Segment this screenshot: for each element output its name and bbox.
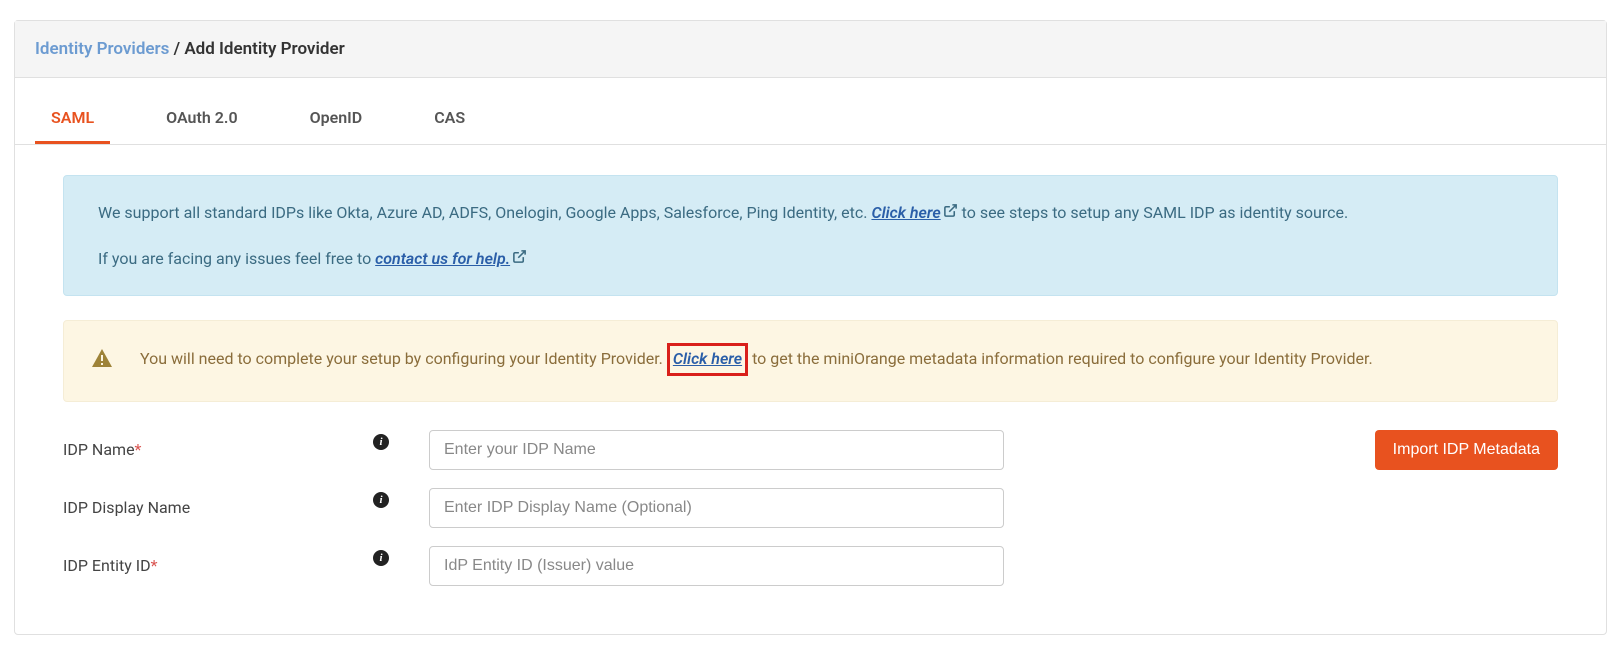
warn-text-b: to get the miniOrange metadata informati…	[748, 349, 1373, 368]
idp-entity-label: IDP Entity ID*	[63, 556, 373, 575]
link-text: Click here	[871, 200, 940, 226]
tab-openid[interactable]: OpenID	[294, 94, 379, 144]
breadcrumb-parent-link[interactable]: Identity Providers	[35, 39, 169, 59]
idp-display-input[interactable]	[429, 488, 1004, 528]
label-text: IDP Display Name	[63, 498, 190, 517]
breadcrumb-current: Add Identity Provider	[184, 39, 344, 59]
info-icon[interactable]: i	[373, 550, 389, 566]
tab-saml[interactable]: SAML	[35, 94, 110, 144]
required-mark: *	[135, 440, 142, 459]
warning-icon	[90, 347, 114, 379]
form-row-idp-entity: IDP Entity ID* i	[63, 546, 1558, 586]
warning-alert: You will need to complete your setup by …	[63, 320, 1558, 402]
highlight-box: Click here	[667, 343, 748, 376]
tab-cas[interactable]: CAS	[418, 94, 481, 144]
idp-name-input[interactable]	[429, 430, 1004, 470]
warning-text: You will need to complete your setup by …	[140, 343, 1373, 376]
idp-display-label: IDP Display Name	[63, 498, 373, 517]
label-text: IDP Entity ID	[63, 556, 151, 575]
info-text-1b: to see steps to setup any SAML IDP as id…	[962, 203, 1349, 222]
click-here-metadata-link[interactable]: Click here	[673, 349, 742, 368]
external-link-icon	[512, 246, 527, 272]
page-card: Identity Providers / Add Identity Provid…	[14, 20, 1607, 635]
tab-bar: SAML OAuth 2.0 OpenID CAS	[15, 94, 1606, 145]
contact-us-link[interactable]: contact us for help.	[375, 246, 527, 272]
import-metadata-button[interactable]: Import IDP Metadata	[1375, 430, 1558, 470]
info-text-2a: If you are facing any issues feel free t…	[98, 249, 375, 268]
info-text-1a: We support all standard IDPs like Okta, …	[98, 203, 871, 222]
info-icon[interactable]: i	[373, 492, 389, 508]
warn-text-a: You will need to complete your setup by …	[140, 349, 667, 368]
info-icon[interactable]: i	[373, 434, 389, 450]
idp-name-label: IDP Name*	[63, 440, 373, 459]
content-area: We support all standard IDPs like Okta, …	[15, 145, 1606, 634]
info-alert: We support all standard IDPs like Okta, …	[63, 175, 1558, 296]
external-link-icon	[943, 200, 958, 226]
required-mark: *	[151, 556, 158, 575]
label-text: IDP Name	[63, 440, 135, 459]
form-row-idp-display: IDP Display Name i	[63, 488, 1558, 528]
tab-oauth[interactable]: OAuth 2.0	[150, 94, 254, 144]
click-here-steps-link[interactable]: Click here	[871, 200, 957, 226]
breadcrumb-separator: /	[169, 39, 184, 59]
link-text: contact us for help.	[375, 246, 510, 272]
form-row-idp-name: IDP Name* i	[63, 430, 1004, 470]
breadcrumb: Identity Providers / Add Identity Provid…	[15, 21, 1606, 78]
idp-entity-input[interactable]	[429, 546, 1004, 586]
